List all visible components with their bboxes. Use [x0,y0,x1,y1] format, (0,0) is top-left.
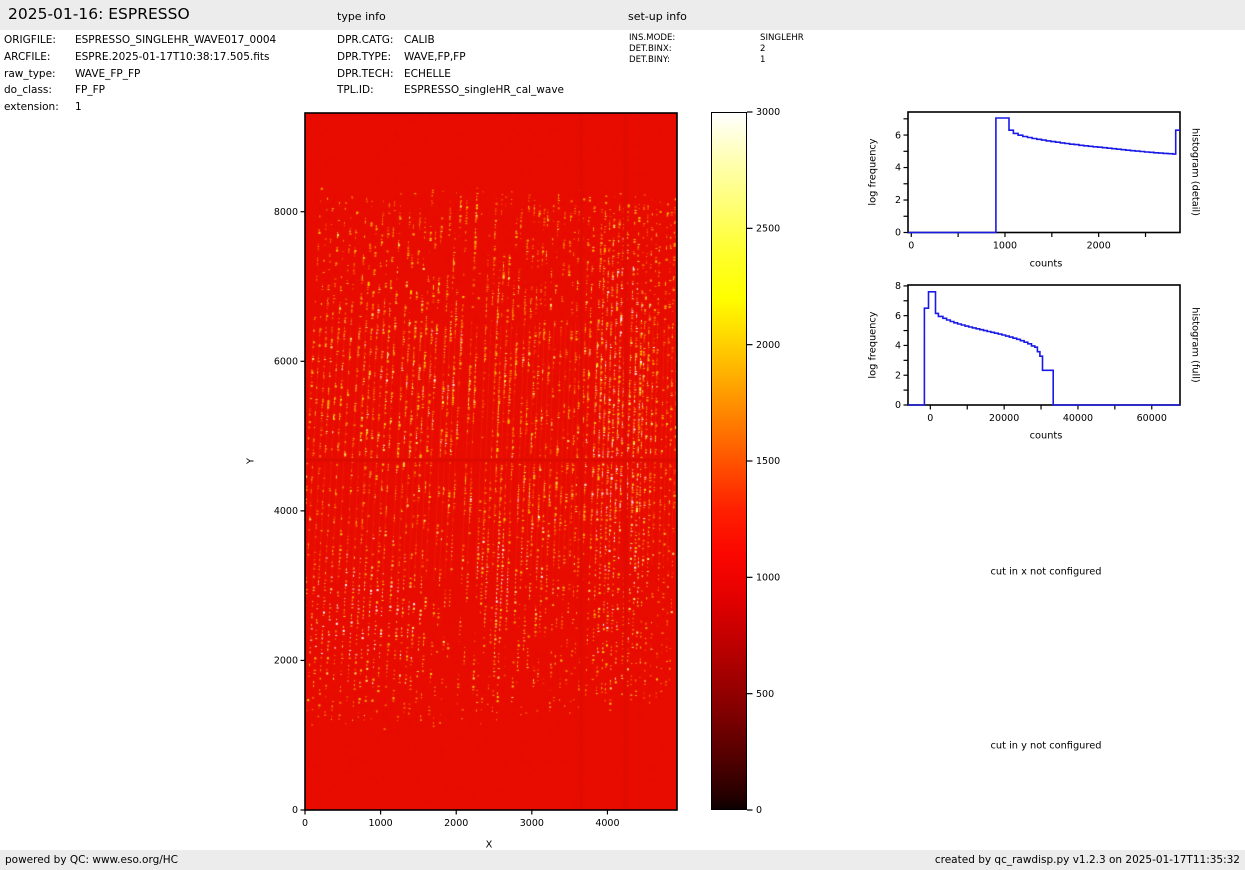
info-label: ORIGFILE: [4,32,75,49]
svg-text:0: 0 [756,805,762,816]
svg-text:1000: 1000 [756,573,780,584]
info-row: TPL.ID:ESPRESSO_singleHR_cal_wave [337,82,564,99]
hist-detail-right-label: histogram (detail) [1190,128,1201,216]
footer-bar: powered by QC: www.eso.org/HC created by… [0,850,1245,870]
svg-text:60000: 60000 [1137,413,1167,424]
svg-text:4: 4 [895,341,901,352]
info-label: DPR.TECH: [337,66,404,83]
svg-text:4000: 4000 [274,506,298,517]
type-info-heading: type info [337,10,386,23]
info-value: FP_FP [75,84,105,96]
colorbar [711,112,747,810]
qc-report-page: { "header": { "title": "2025-01-16: ESPR… [0,0,1245,870]
info-label: DPR.CATG: [337,32,404,49]
setup-info-block: INS.MODE:SINGLEHR DET.BINX:2 DET.BINY:1 [629,33,804,67]
hist-full-y-label: log frequency [868,311,879,378]
svg-text:2000: 2000 [1087,241,1111,252]
hist-detail-y-label: log frequency [868,138,879,205]
svg-text:0: 0 [895,400,901,411]
info-label: extension: [4,99,75,116]
svg-text:6000: 6000 [274,356,298,367]
info-value: WAVE,FP,FP [404,51,466,63]
info-row: DPR.TYPE:WAVE,FP,FP [337,49,564,66]
info-row: raw_type:WAVE_FP_FP [4,66,276,83]
svg-text:2000: 2000 [274,656,298,667]
svg-text:4000: 4000 [595,818,619,829]
svg-text:0: 0 [292,805,298,816]
info-label: INS.MODE: [629,33,760,44]
info-label: TPL.ID: [337,82,404,99]
info-label: ARCFILE: [4,49,75,66]
info-row: do_class:FP_FP [4,82,276,99]
svg-text:40000: 40000 [1063,413,1093,424]
info-value: 1 [75,101,82,113]
info-row: ARCFILE:ESPRE.2025-01-17T10:38:17.505.fi… [4,49,276,66]
top-bar: 2025-01-16: ESPRESSO type info set-up in… [0,0,1245,30]
svg-text:1000: 1000 [369,818,393,829]
info-label: do_class: [4,82,75,99]
svg-text:4: 4 [895,163,901,174]
svg-text:0: 0 [908,241,914,252]
info-label: DET.BINX: [629,44,760,55]
info-row: extension:1 [4,99,276,116]
hist-full-right-label: histogram (full) [1190,307,1201,383]
page-title: 2025-01-16: ESPRESSO [8,5,190,23]
svg-text:6: 6 [895,311,901,322]
svg-text:1500: 1500 [756,456,780,467]
info-row: DPR.TECH:ECHELLE [337,66,564,83]
svg-text:8: 8 [895,281,901,292]
svg-text:0: 0 [302,818,308,829]
svg-text:2500: 2500 [756,224,780,235]
svg-text:2000: 2000 [444,818,468,829]
hist-full-x-label: counts [1030,431,1063,442]
info-label: raw_type: [4,66,75,83]
svg-text:3000: 3000 [520,818,544,829]
info-value: CALIB [404,34,435,46]
info-value: ESPRESSO_singleHR_cal_wave [404,84,564,96]
svg-text:1000: 1000 [993,241,1017,252]
info-label: DPR.TYPE: [337,49,404,66]
footer-right-text: created by qc_rawdisp.py v1.2.3 on 2025-… [935,850,1240,870]
message-cut-y: cut in y not configured [991,741,1102,752]
main-y-axis-label: Y [246,458,257,464]
setup-info-heading: set-up info [628,10,687,23]
info-row: ORIGFILE:ESPRESSO_SINGLEHR_WAVE017_0004 [4,32,276,49]
svg-text:0: 0 [895,228,901,239]
svg-text:20000: 20000 [989,413,1019,424]
info-row: DPR.CATG:CALIB [337,32,564,49]
info-value: WAVE_FP_FP [75,68,140,80]
svg-text:500: 500 [756,689,774,700]
info-row: DET.BINY:1 [629,55,804,66]
footer-left-text: powered by QC: www.eso.org/HC [5,850,178,870]
svg-text:2: 2 [895,370,901,381]
info-value: 1 [760,55,765,65]
main-x-axis-label: X [486,840,493,851]
type-info-block: DPR.CATG:CALIB DPR.TYPE:WAVE,FP,FP DPR.T… [337,32,564,99]
svg-text:3000: 3000 [756,107,780,118]
file-info-block: ORIGFILE:ESPRESSO_SINGLEHR_WAVE017_0004 … [4,32,276,116]
svg-text:6: 6 [895,130,901,141]
info-value: ESPRESSO_SINGLEHR_WAVE017_0004 [75,34,276,46]
svg-text:2000: 2000 [756,340,780,351]
info-row: INS.MODE:SINGLEHR [629,33,804,44]
svg-text:8000: 8000 [274,207,298,218]
svg-text:2: 2 [895,195,901,206]
info-value: ECHELLE [404,68,451,80]
info-value: ESPRE.2025-01-17T10:38:17.505.fits [75,51,269,63]
info-row: DET.BINX:2 [629,44,804,55]
message-cut-x: cut in x not configured [991,567,1102,578]
hist-detail-x-label: counts [1030,259,1063,270]
info-label: DET.BINY: [629,55,760,66]
info-value: SINGLEHR [760,33,804,43]
svg-text:0: 0 [927,413,933,424]
info-value: 2 [760,44,765,54]
raw-frame-image [305,113,677,810]
